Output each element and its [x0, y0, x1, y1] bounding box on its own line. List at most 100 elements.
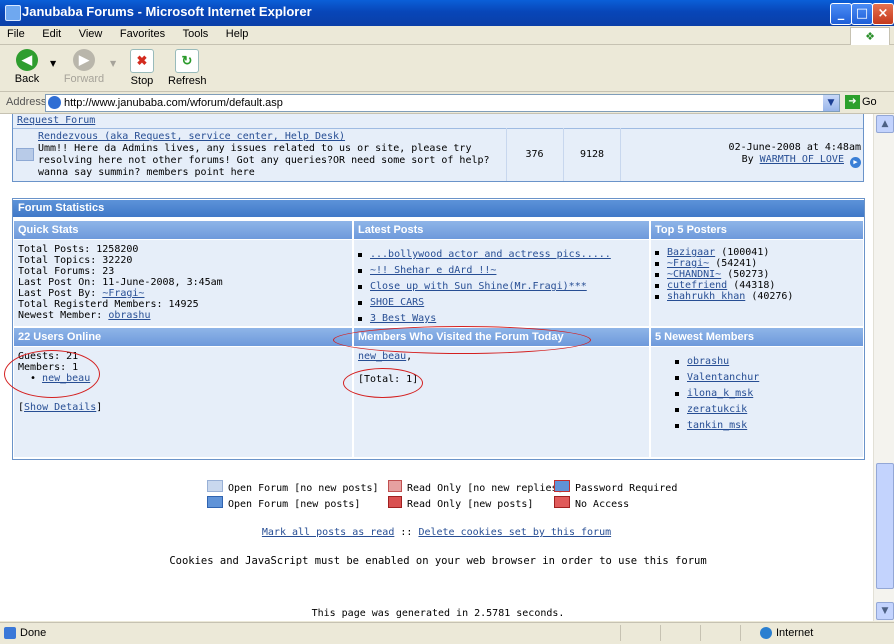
list-item: zeratukcik: [675, 404, 859, 415]
vertical-scrollbar[interactable]: ▲ ▼: [873, 114, 894, 621]
go-button[interactable]: ➜ Go: [845, 95, 877, 109]
latest-post-link[interactable]: SHOE CARS: [370, 297, 424, 308]
envelope-icon: [207, 480, 223, 492]
envelope-new-icon: [207, 496, 223, 508]
security-zone: Internet: [760, 627, 813, 640]
close-button[interactable]: ×: [872, 3, 894, 25]
list-item: ...bollywood actor and actress pics.....: [358, 249, 645, 260]
go-arrow-icon: ➜: [845, 95, 860, 109]
maximize-button[interactable]: □: [851, 3, 873, 25]
users-online-header: 22 Users Online: [14, 328, 352, 346]
list-item: Bazigaar (100041): [655, 247, 859, 258]
footer-links: Mark all posts as read :: Delete cookies…: [261, 527, 612, 538]
forum-table: Request Forum Rendezvous (aka Request, s…: [12, 114, 864, 182]
list-item: ~CHANDNI~ (50273): [655, 269, 859, 280]
toolbar: ◀ Back ▼ ▶ Forward ▼ ✖ Stop ↻ Refresh: [0, 45, 894, 92]
address-url: http://www.janubaba.com/wforum/default.a…: [64, 97, 283, 109]
back-button[interactable]: ◀ Back: [10, 49, 44, 85]
no-access-icon: [554, 496, 570, 508]
list-item: Valentanchur: [675, 372, 859, 383]
latest-post-link[interactable]: 3 Best Ways: [370, 313, 436, 324]
last-post-author-link[interactable]: WARMTH OF LOVE: [760, 154, 844, 165]
latest-post-link[interactable]: Close up with Sun Shine(Mr.Fragi)***: [370, 281, 587, 292]
forum-title-link[interactable]: Rendezvous (aka Request, service center,…: [38, 131, 345, 142]
legend-open-no-new: Open Forum [no new posts]: [207, 480, 379, 494]
list-item: obrashu: [675, 356, 859, 367]
latest-post-link[interactable]: ~!! Shehar e dArd !!~: [370, 265, 496, 276]
new-member-link[interactable]: obrashu: [687, 356, 729, 367]
forward-button[interactable]: ▶ Forward: [62, 49, 106, 85]
menu-edit[interactable]: Edit: [35, 26, 68, 40]
scroll-down-icon[interactable]: ▼: [876, 602, 894, 620]
menu-view[interactable]: View: [72, 26, 110, 40]
mark-all-read-link[interactable]: Mark all posts as read: [262, 527, 394, 538]
go-to-last-post-icon[interactable]: ▶: [850, 157, 861, 168]
address-label: Address: [6, 96, 47, 108]
newest-member-link[interactable]: obrashu: [108, 310, 150, 321]
legend-password: Password Required: [554, 480, 677, 494]
forward-arrow-icon: ▶: [73, 49, 95, 71]
latest-post-link[interactable]: ...bollywood actor and actress pics.....: [370, 249, 611, 260]
back-arrow-icon: ◀: [16, 49, 38, 71]
refresh-icon: ↻: [175, 49, 199, 73]
key-icon: [554, 480, 570, 492]
annotation-oval: [333, 326, 591, 354]
delete-cookies-link[interactable]: Delete cookies set by this forum: [418, 527, 611, 538]
cookies-notice: Cookies and JavaScript must be enabled o…: [169, 555, 707, 567]
lock-icon: [388, 480, 402, 492]
legend-open-new: Open Forum [new posts]: [207, 496, 360, 510]
address-dropdown-icon[interactable]: ▼: [823, 95, 839, 111]
address-input[interactable]: http://www.janubaba.com/wforum/default.a…: [45, 94, 840, 112]
windows-logo-icon: ❖: [850, 27, 890, 47]
top-posters-cell: Bazigaar (100041) ~Fragi~ (54241) ~CHAND…: [651, 240, 863, 326]
scroll-thumb[interactable]: [876, 463, 894, 589]
list-item: ilona_k_msk: [675, 388, 859, 399]
last-post-user-link[interactable]: ~Fragi~: [102, 288, 144, 299]
new-member-link[interactable]: zeratukcik: [687, 404, 747, 415]
menu-file[interactable]: File: [0, 26, 32, 40]
ie-icon: [5, 5, 21, 21]
list-item: cutefriend (44318): [655, 280, 859, 291]
list-item: shahrukh khan (40276): [655, 291, 859, 302]
list-item: 3 Best Ways: [358, 313, 645, 324]
list-item: ~!! Shehar e dArd !!~: [358, 265, 645, 276]
minimize-button[interactable]: _: [830, 3, 852, 25]
category-link[interactable]: Request Forum: [17, 115, 95, 126]
refresh-button[interactable]: ↻ Refresh: [168, 49, 207, 87]
new-member-link[interactable]: ilona_k_msk: [687, 388, 753, 399]
scroll-up-icon[interactable]: ▲: [876, 115, 894, 133]
back-dropdown-icon[interactable]: ▼: [50, 59, 56, 68]
newest-members-header: 5 Newest Members: [651, 328, 863, 346]
list-item: Close up with Sun Shine(Mr.Fragi)***: [358, 281, 645, 292]
poster-link[interactable]: ~CHANDNI~: [667, 269, 721, 280]
list-item: ~Fragi~ (54241): [655, 258, 859, 269]
annotation-oval: [343, 368, 423, 398]
latest-posts-cell: ...bollywood actor and actress pics.....…: [354, 240, 649, 326]
list-item: SHOE CARS: [358, 297, 645, 308]
visited-member-link[interactable]: new_beau: [358, 351, 406, 362]
new-member-link[interactable]: tankin_msk: [687, 420, 747, 431]
topic-count: 376: [525, 149, 544, 160]
menu-help[interactable]: Help: [219, 26, 256, 40]
new-member-link[interactable]: Valentanchur: [687, 372, 759, 383]
visited-today-cell: new_beau, [Total: 1]: [354, 347, 649, 457]
legend-readonly-no-new: Read Only [no new replies]: [388, 480, 564, 494]
poster-link[interactable]: ~Fragi~: [667, 258, 709, 269]
title-bar: Janubaba Forums - Microsoft Internet Exp…: [0, 0, 894, 26]
menu-tools[interactable]: Tools: [176, 26, 216, 40]
poster-link[interactable]: cutefriend: [667, 280, 727, 291]
stop-button[interactable]: ✖ Stop: [127, 49, 157, 87]
top-posters-header: Top 5 Posters: [651, 221, 863, 239]
poster-link[interactable]: shahrukh khan: [667, 291, 745, 302]
annotation-oval: [4, 350, 100, 398]
list-item: tankin_msk: [675, 420, 859, 431]
globe-icon: [760, 627, 772, 640]
quick-stats-cell: Total Posts: 1258200 Total Topics: 32220…: [14, 240, 352, 326]
show-details-link[interactable]: Show Details: [24, 402, 96, 413]
poster-link[interactable]: Bazigaar: [667, 247, 715, 258]
menu-favorites[interactable]: Favorites: [113, 26, 172, 40]
last-post-date: 02-June-2008 at 4:48am: [728, 142, 861, 153]
forward-dropdown-icon[interactable]: ▼: [110, 59, 116, 68]
legend-no-access: No Access: [554, 496, 629, 510]
post-count: 9128: [579, 149, 605, 160]
